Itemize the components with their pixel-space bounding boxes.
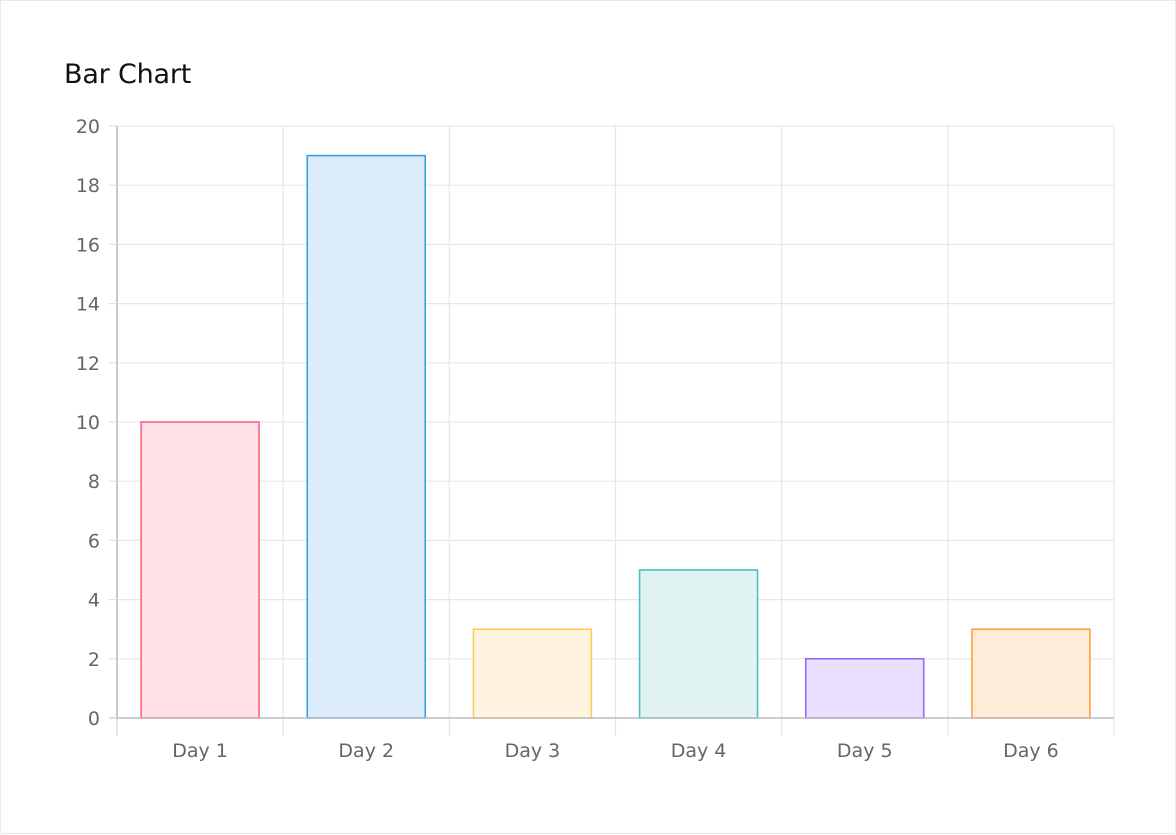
y-tick-label: 2 (88, 649, 100, 671)
x-tick-label: Day 6 (1003, 740, 1059, 762)
bar-day-1 (140, 421, 260, 719)
bar-day-4 (638, 569, 759, 719)
y-tick-label: 4 (88, 590, 100, 612)
x-tick-label: Day 1 (172, 740, 228, 762)
bar-chart: 0 2 4 6 8 10 12 14 16 18 20 Day 1 Day 2 Day 3 Day 4 Day… (76, 116, 1115, 762)
x-tick-label: Day 2 (338, 740, 394, 762)
x-tick-label: Day 5 (837, 740, 893, 762)
y-tick-label: 12 (76, 353, 100, 375)
y-tick-label: 8 (88, 471, 100, 493)
grid-lines (116, 125, 1115, 736)
y-tick-label: 0 (88, 708, 100, 730)
x-tick-label: Day 3 (505, 740, 561, 762)
bar-day-2 (306, 154, 427, 719)
y-tick-label: 18 (76, 175, 100, 197)
y-tick-label: 6 (88, 530, 100, 552)
y-tick-label: 20 (76, 116, 100, 138)
y-tick-label: 14 (76, 294, 100, 316)
y-tick-label: 10 (76, 412, 100, 434)
bar-day-3 (472, 628, 593, 719)
y-tick-label: 16 (76, 234, 100, 256)
x-tick-label: Day 4 (671, 740, 727, 762)
bar-day-5 (804, 657, 925, 719)
chart-container: Bar Chart 0 2 4 6 8 10 12 14 16 18 20 Day 1 Day 2 Day… (0, 0, 1176, 834)
bar-day-6 (971, 628, 1091, 719)
